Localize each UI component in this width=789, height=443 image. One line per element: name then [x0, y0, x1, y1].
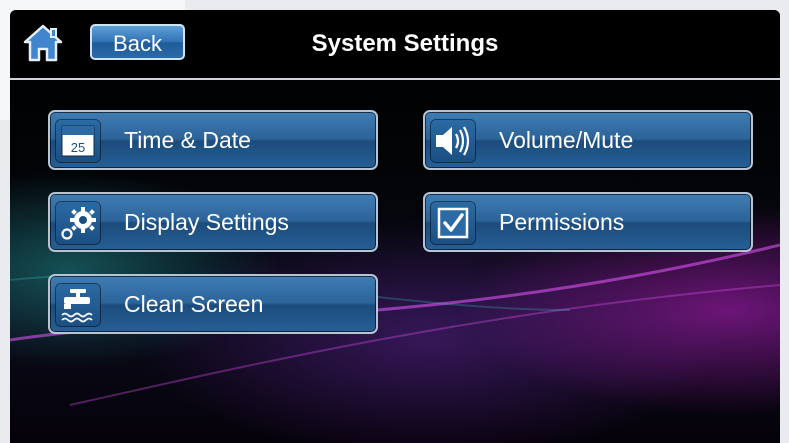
back-button[interactable]: Back: [90, 24, 185, 60]
calendar-day: 25: [71, 140, 85, 155]
volume-mute-button[interactable]: Volume/Mute: [423, 110, 753, 170]
header-bar: Back System Settings: [10, 10, 780, 80]
faucet-icon: [56, 284, 100, 326]
speaker-icon: [431, 120, 475, 162]
display-settings-label: Display Settings: [124, 209, 289, 235]
time-date-button[interactable]: 25 Time & Date: [48, 110, 378, 170]
permissions-button[interactable]: Permissions: [423, 192, 753, 252]
permissions-label: Permissions: [499, 209, 625, 235]
checkbox-icon: [431, 202, 475, 244]
volume-mute-label: Volume/Mute: [499, 127, 634, 153]
clean-screen-button[interactable]: Clean Screen: [48, 274, 378, 334]
display-settings-button[interactable]: Display Settings: [48, 192, 378, 252]
time-date-label: Time & Date: [124, 127, 251, 153]
home-button[interactable]: [22, 23, 64, 63]
touchscreen-panel: Back System Settings 25 Time & Date Volu…: [10, 10, 780, 443]
clean-screen-label: Clean Screen: [124, 291, 264, 317]
page-title: System Settings: [311, 30, 499, 57]
calendar-icon: 25: [56, 120, 100, 162]
gears-icon: [56, 202, 100, 244]
home-icon: [23, 24, 63, 62]
